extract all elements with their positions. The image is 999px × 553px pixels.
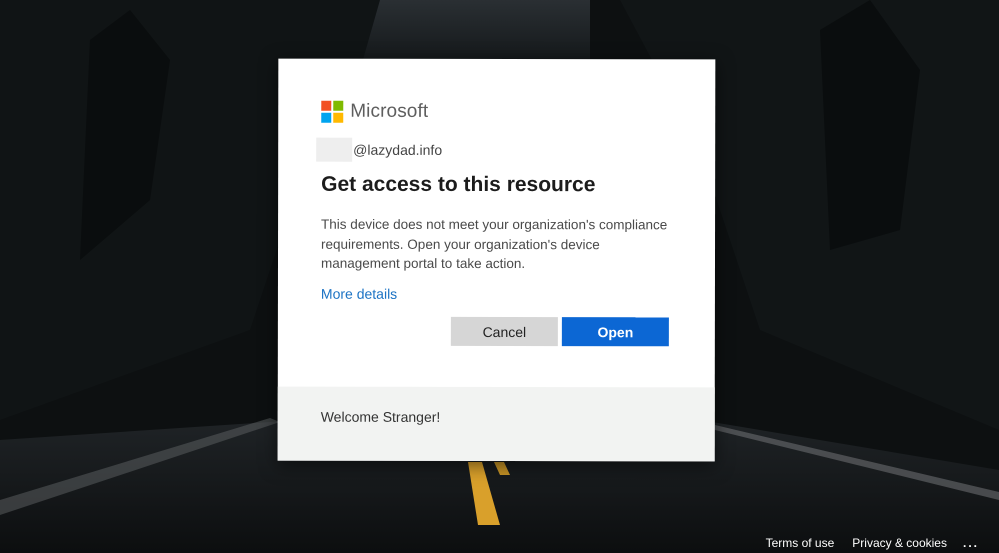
brand-name: Microsoft <box>350 100 429 122</box>
welcome-message: Welcome Stranger! <box>320 408 441 425</box>
dialog-title: Get access to this resource <box>321 172 596 197</box>
sign-in-screen: Microsoft @lazydad.info Get access to th… <box>0 0 999 553</box>
terms-of-use-link[interactable]: Terms of use <box>766 536 835 550</box>
logo-square-green <box>333 100 344 111</box>
open-button[interactable]: Open <box>561 317 669 347</box>
more-details-link[interactable]: More details <box>321 286 397 302</box>
cancel-button[interactable]: Cancel <box>450 316 558 347</box>
account-domain: @lazydad.info <box>353 141 443 158</box>
dialog-description: This device does not meet your organizat… <box>320 216 668 272</box>
page-footer-links: Terms of use Privacy & cookies ... <box>748 536 979 550</box>
logo-square-red <box>321 100 332 111</box>
privacy-cookies-link[interactable]: Privacy & cookies <box>852 536 947 550</box>
redacted-username <box>316 137 353 162</box>
access-dialog: Microsoft @lazydad.info Get access to th… <box>277 58 716 462</box>
more-options-icon[interactable]: ... <box>963 536 979 550</box>
microsoft-logo-icon <box>321 100 344 123</box>
microsoft-brand: Microsoft <box>321 100 429 123</box>
logo-square-blue <box>321 112 332 123</box>
logo-square-yellow <box>333 112 344 123</box>
account-identifier: @lazydad.info <box>316 137 443 162</box>
